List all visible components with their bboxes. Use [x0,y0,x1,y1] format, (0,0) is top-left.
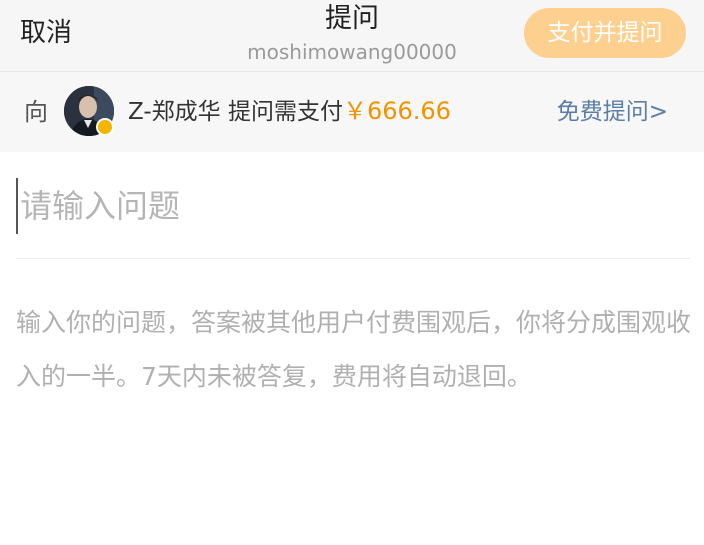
recipient-bar: 向 Z-郑成华 提问需支付￥666.66 免费提问> [0,72,704,152]
pay-required-text: 提问需支付 [227,99,343,125]
free-ask-link[interactable]: 免费提问> [557,95,668,129]
ask-question-screen: 取消 提问 moshimowang00000 支付并提问 向 Z-郑成华 提问需… [0,0,704,545]
navigation-header: 取消 提问 moshimowang00000 支付并提问 [0,0,704,72]
recipient-name[interactable]: Z-郑成华 [128,99,221,125]
question-input[interactable] [16,178,688,234]
hint-text: 输入你的问题，答案被其他用户付费围观后，你将分成围观收入的一半。7天内未被答复，… [16,308,692,391]
price-amount: ￥666.66 [342,97,451,125]
verified-badge-icon [96,118,114,136]
cancel-button[interactable]: 取消 [20,16,72,50]
recipient-info: Z-郑成华 提问需支付￥666.66 [128,94,451,129]
to-label: 向 [24,98,48,126]
divider [16,258,690,259]
pay-and-ask-button[interactable]: 支付并提问 [524,8,686,58]
